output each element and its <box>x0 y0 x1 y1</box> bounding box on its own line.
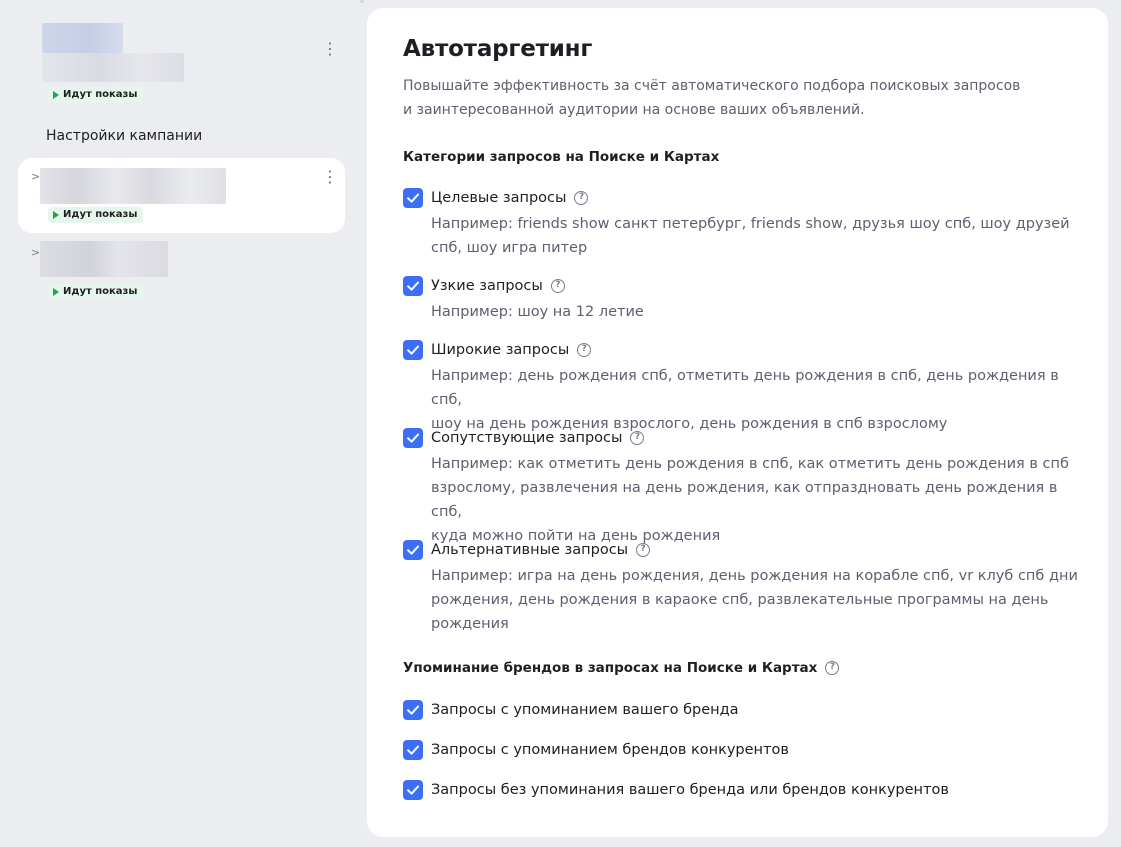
option-example: Например: шоу на 12 летие <box>431 304 644 320</box>
help-icon[interactable]: ? <box>825 661 840 675</box>
blurred-campaign-name <box>42 53 184 82</box>
status-badge: Идут показы <box>48 207 144 223</box>
more-menu-icon[interactable]: ⋮ <box>322 169 338 186</box>
option-example: Например: как отметить день рождения в с… <box>431 456 1069 544</box>
option-label[interactable]: Широкие запросы ? <box>431 340 592 360</box>
competitor-brands-checkbox[interactable] <box>403 740 423 760</box>
option-example: Например: friends show санкт петербург, … <box>431 216 1070 256</box>
blurred-campaign-thumbnail <box>42 23 123 53</box>
option-label[interactable]: Узкие запросы ? <box>431 276 565 296</box>
campaign-card-1[interactable]: Идут показы ⋮ <box>18 14 345 106</box>
autotargeting-panel: Автотаргетинг Повышайте эффективность за… <box>367 8 1108 837</box>
own-brand-checkbox[interactable] <box>403 700 423 720</box>
status-badge: Идут показы <box>48 284 144 300</box>
help-icon[interactable]: ? <box>630 431 645 445</box>
campaign-sidebar: Идут показы ⋮ Настройки кампании > Идут … <box>0 0 357 847</box>
status-badge: Идут показы <box>48 87 144 103</box>
campaign-settings-heading: Настройки кампании <box>46 128 203 144</box>
option-label[interactable]: Альтернативные запросы ? <box>431 540 651 560</box>
help-icon[interactable]: ? <box>550 279 565 293</box>
option-label[interactable]: Сопутствующие запросы ? <box>431 428 645 448</box>
option-example: Например: день рождения спб, отметить де… <box>431 368 1059 432</box>
option-example: Например: игра на день рождения, день ро… <box>431 568 1078 632</box>
target-queries-checkbox[interactable] <box>403 188 423 208</box>
help-icon[interactable]: ? <box>636 543 651 557</box>
campaign-card-2[interactable]: > Идут показы ⋮ <box>18 158 345 233</box>
option-label[interactable]: Запросы без упоминания вашего бренда или… <box>431 780 949 800</box>
broad-queries-checkbox[interactable] <box>403 340 423 360</box>
play-icon <box>53 91 59 99</box>
brand-mentions-heading: Упоминание брендов в запросах на Поиске … <box>403 660 840 676</box>
page-title: Автотаргетинг <box>403 36 593 62</box>
blurred-campaign-name <box>40 168 226 204</box>
chevron-right-icon[interactable]: > <box>31 170 40 183</box>
more-menu-icon[interactable]: ⋮ <box>322 41 338 58</box>
help-icon[interactable]: ? <box>577 343 592 357</box>
chevron-right-icon[interactable]: > <box>31 246 40 259</box>
narrow-queries-checkbox[interactable] <box>403 276 423 296</box>
related-queries-checkbox[interactable] <box>403 428 423 448</box>
option-label[interactable]: Запросы с упоминанием вашего бренда <box>431 700 739 720</box>
blurred-campaign-name <box>40 241 168 277</box>
play-icon <box>53 211 59 219</box>
option-label[interactable]: Запросы с упоминанием брендов конкуренто… <box>431 740 789 760</box>
no-brand-checkbox[interactable] <box>403 780 423 800</box>
sidebar-scrollbar[interactable] <box>357 0 367 847</box>
query-categories-heading: Категории запросов на Поиске и Картах <box>403 149 720 165</box>
campaign-card-3[interactable]: > Идут показы <box>18 238 345 304</box>
play-icon <box>53 288 59 296</box>
option-label[interactable]: Целевые запросы ? <box>431 188 589 208</box>
help-icon[interactable]: ? <box>574 191 589 205</box>
alternative-queries-checkbox[interactable] <box>403 540 423 560</box>
page-description: Повышайте эффективность за счёт автомати… <box>403 78 1021 118</box>
